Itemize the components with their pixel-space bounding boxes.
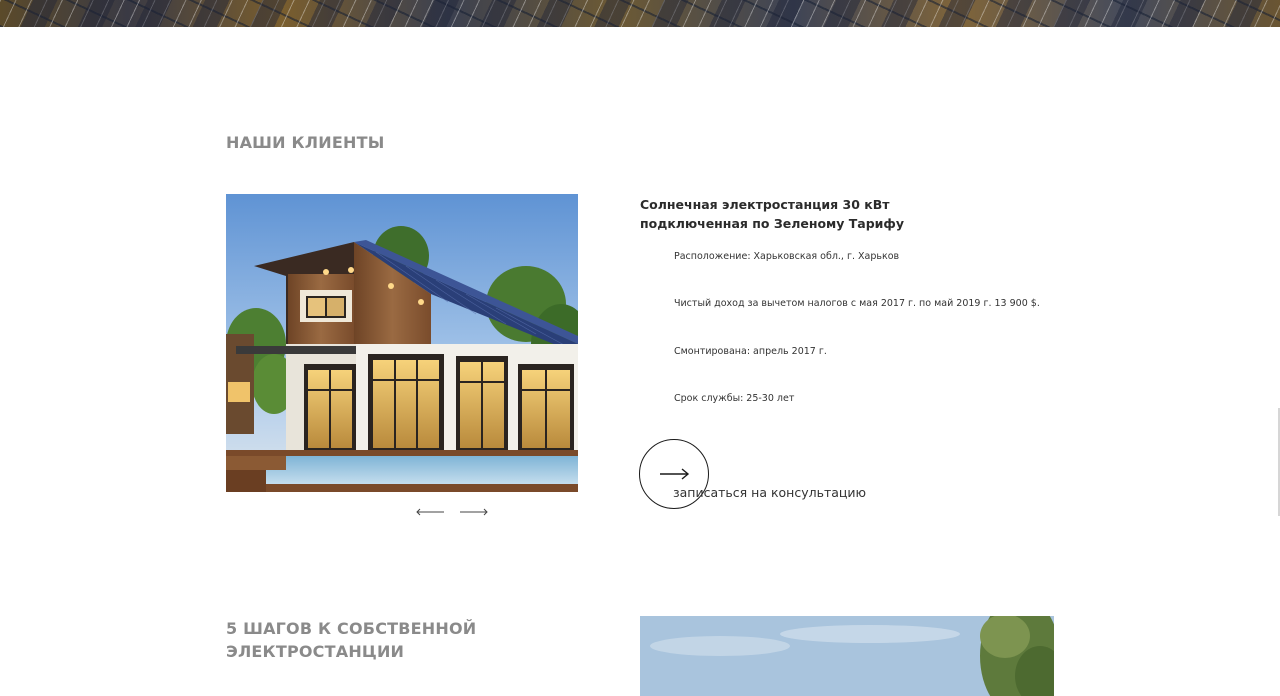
project-title: Солнечная электростанция 30 кВт подключе… [640, 197, 904, 231]
consultation-button[interactable]: записаться на консультацию [639, 439, 879, 511]
landscape-photo [640, 616, 1054, 696]
project-location: Расположение: Харьковская обл., г. Харьк… [674, 251, 900, 262]
arrow-right-icon [460, 508, 488, 516]
project-income: Чистый доход за вычетом налогов с мая 20… [674, 298, 1040, 309]
steps-section-title: 5 ШАГОВ К СОБСТВЕННОЙ ЭЛЕКТРОСТАНЦИИ [226, 619, 477, 661]
consultation-label: записаться на консультацию [673, 485, 867, 500]
arrow-left-icon [416, 508, 444, 516]
arrow-right-icon [660, 468, 690, 480]
client-project-photo [226, 194, 578, 492]
project-installed: Смонтирована: апрель 2017 г. [674, 346, 827, 357]
top-banner-image [0, 0, 1280, 27]
slider-prev-button[interactable] [415, 505, 445, 519]
slider-next-button[interactable] [459, 505, 489, 519]
clients-section-title: НАШИ КЛИЕНТЫ [226, 133, 385, 152]
project-lifetime: Срок службы: 25-30 лет [674, 393, 795, 404]
